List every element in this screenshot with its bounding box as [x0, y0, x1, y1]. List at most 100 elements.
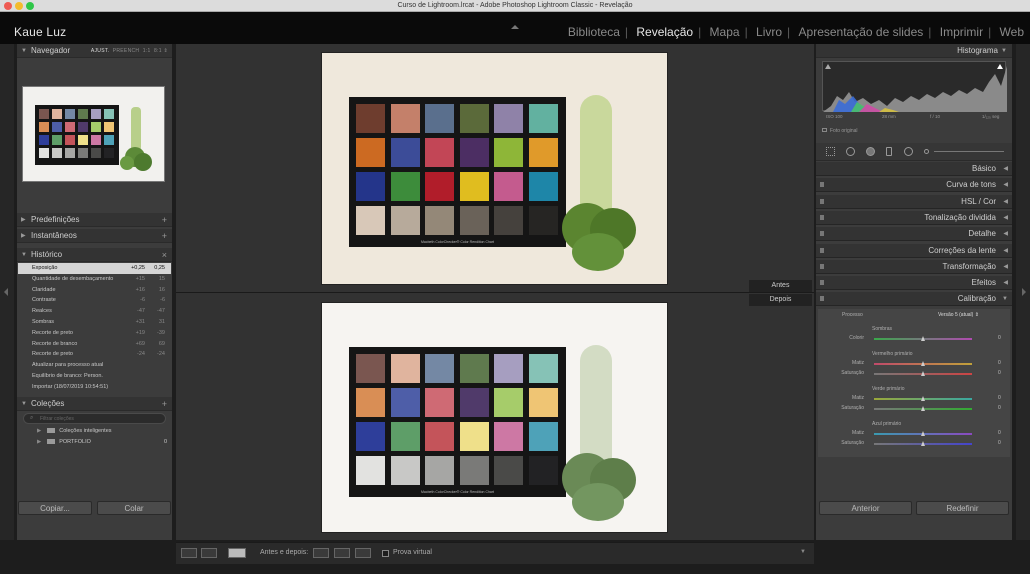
navigator-header[interactable]: ▼ Navegador AJUST. PREENCH 1:1 8:1 ⇕	[17, 44, 172, 58]
right-panel-toggle[interactable]	[1016, 44, 1030, 540]
calibration-slider[interactable]	[874, 431, 972, 436]
collections-header[interactable]: ▼ Coleções +	[17, 397, 172, 411]
histogram-header[interactable]: Histograma ▼	[816, 44, 1012, 58]
before-after-lr-button[interactable]	[201, 548, 217, 558]
history-item[interactable]: Realces -47 -47	[18, 306, 171, 317]
calibration-slider[interactable]	[874, 406, 972, 411]
left-panel: ▼ Navegador AJUST. PREENCH 1:1 8:1 ⇕ ▶ Pre…	[17, 44, 172, 540]
calibration-slider-value[interactable]: 0	[998, 370, 1001, 376]
calibration-slider[interactable]	[874, 371, 972, 376]
color-patch	[494, 138, 523, 167]
color-patch	[425, 138, 454, 167]
panel-section-header[interactable]: HSL / Cor ◀	[816, 194, 1012, 209]
slider-knob	[921, 441, 925, 446]
before-after-tb-button[interactable]	[228, 548, 246, 558]
calibration-slider-value[interactable]: 0	[998, 405, 1001, 411]
history-header[interactable]: ▼ Histórico ×	[17, 248, 172, 262]
history-item[interactable]: Sombras +31 31	[18, 317, 171, 328]
copy-before-to-after-button[interactable]	[313, 548, 329, 558]
graduated-filter-icon[interactable]	[886, 147, 892, 156]
paste-button[interactable]: Colar	[97, 501, 171, 515]
module-picker: Biblioteca | Revelação | Mapa | Livro | Apre…	[567, 25, 1024, 39]
panel-section-header[interactable]: Correções da lente ◀	[816, 243, 1012, 258]
reset-button[interactable]: Redefinir	[916, 501, 1009, 515]
copy-after-to-before-button[interactable]	[334, 548, 350, 558]
navigator-zoom-options[interactable]: AJUST. PREENCH 1:1 8:1 ⇕	[91, 44, 168, 58]
module-apresentacao[interactable]: Apresentação de slides	[799, 25, 924, 39]
history-item[interactable]: Contraste -6 -6	[18, 295, 171, 306]
collapse-top-icon[interactable]	[511, 25, 519, 29]
panel-section-header[interactable]: Transformação ◀	[816, 259, 1012, 274]
history-item[interactable]: Exposição +0,25 0,25	[18, 263, 171, 274]
red-eye-icon[interactable]	[866, 147, 875, 156]
minimize-window-button[interactable]	[15, 2, 23, 10]
collection-portfolio[interactable]: ▶ PORTFOLIO 0	[37, 439, 167, 445]
calibration-slider[interactable]	[874, 441, 972, 446]
spot-removal-icon[interactable]	[846, 147, 855, 156]
history-item[interactable]: Recorte de preto -24 -24	[18, 349, 171, 360]
shadow-clipping-icon[interactable]	[825, 64, 831, 69]
calibration-slider-value[interactable]: 0	[998, 335, 1001, 341]
maximize-window-button[interactable]	[26, 2, 34, 10]
module-imprimir[interactable]: Imprimir	[940, 25, 983, 39]
calibration-slider-value[interactable]: 0	[998, 360, 1001, 366]
history-item[interactable]: Claridade +16 16	[18, 285, 171, 296]
calibration-slider[interactable]	[874, 396, 972, 401]
navigator-patch	[65, 135, 75, 145]
module-biblioteca[interactable]: Biblioteca	[568, 25, 620, 39]
collections-search-input[interactable]: ⌕ Filtrar coleções	[23, 413, 166, 424]
history-item[interactable]: Importar (18/07/2019 10:54:51)	[18, 382, 171, 393]
soft-proof-checkbox[interactable]	[382, 550, 389, 557]
previous-button[interactable]: Anterior	[819, 501, 912, 515]
process-version-select[interactable]: Versão 5 (atual) ⇕	[938, 312, 979, 318]
color-patch	[494, 354, 523, 383]
history-item[interactable]: Recorte de preto +19 -39	[18, 328, 171, 339]
calibration-slider-value[interactable]: 0	[998, 430, 1001, 436]
module-revelacao[interactable]: Revelação	[636, 25, 693, 39]
module-mapa[interactable]: Mapa	[710, 25, 740, 39]
calibration-slider[interactable]	[874, 336, 972, 341]
calibration-group-title: Sombras	[872, 326, 893, 332]
histogram-graph[interactable]	[822, 61, 1007, 112]
color-patch	[459, 422, 489, 451]
after-photo[interactable]: Macbeth ColorChecker® Color Rendition Ch…	[322, 303, 667, 532]
panel-section-header[interactable]: Efeitos ◀	[816, 276, 1012, 291]
presets-header[interactable]: ▶ Predefinições +	[17, 213, 172, 227]
panel-section-header[interactable]: Detalhe ◀	[816, 227, 1012, 242]
module-web[interactable]: Web	[1000, 25, 1024, 39]
brush-icon[interactable]	[924, 149, 929, 154]
panel-section-header[interactable]: Tonalização dividida ◀	[816, 210, 1012, 225]
module-livro[interactable]: Livro	[756, 25, 782, 39]
navigator-preview[interactable]	[22, 86, 165, 182]
history-item[interactable]: Quantidade de desembaçamento +15 15	[18, 274, 171, 285]
before-photo[interactable]: Macbeth ColorChecker® Color Rendition Ch…	[322, 53, 667, 284]
calibration-slider[interactable]	[874, 361, 972, 366]
left-panel-toggle[interactable]	[0, 44, 14, 540]
history-item[interactable]: Equilíbrio de branco: Person.	[18, 371, 171, 382]
highlight-clipping-icon[interactable]	[997, 64, 1003, 69]
slider-knob	[921, 431, 925, 436]
panel-section-header[interactable]: Básico ◀	[816, 162, 1012, 176]
smart-collection-icon	[47, 428, 56, 434]
brush-slider[interactable]	[934, 151, 1004, 152]
collection-smart[interactable]: ▶ Coleções inteligentes	[37, 428, 112, 434]
crop-tool-icon[interactable]	[826, 147, 835, 156]
radial-filter-icon[interactable]	[904, 147, 913, 156]
navigator-patch	[39, 109, 49, 119]
calibration-slider-value[interactable]: 0	[998, 395, 1001, 401]
panel-section-header[interactable]: Curva de tons ◀	[816, 178, 1012, 193]
panel-section-header[interactable]: Calibração ▼	[816, 292, 1012, 307]
slider-knob	[921, 361, 925, 366]
history-item[interactable]: Atualizar para processo atual	[18, 360, 171, 371]
toolbar-menu-icon[interactable]: ▼	[800, 549, 806, 555]
snapshots-header[interactable]: ▶ Instantâneos +	[17, 229, 172, 243]
close-window-button[interactable]	[4, 2, 12, 10]
copy-button[interactable]: Copiar...	[18, 501, 92, 515]
swap-before-after-button[interactable]	[355, 548, 371, 558]
calibration-panel: Processo Versão 5 (atual) ⇕ Sombras Color…	[818, 309, 1010, 457]
calibration-slider-value[interactable]: 0	[998, 440, 1001, 446]
expand-icon: ▶	[37, 439, 42, 445]
loupe-view-button[interactable]	[181, 548, 197, 558]
history-item[interactable]: Recorte de branco +69 69	[18, 339, 171, 350]
color-patch	[425, 422, 454, 451]
